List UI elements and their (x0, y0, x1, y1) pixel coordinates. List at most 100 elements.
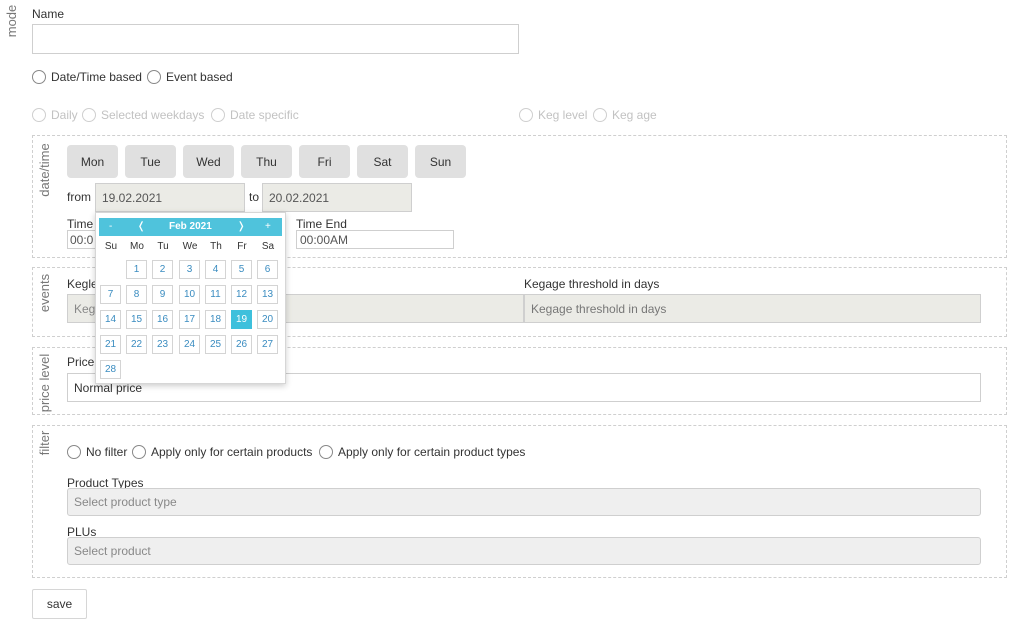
calendar-day[interactable]: 27 (257, 335, 278, 354)
radio-datetime-based-label: Date/Time based (51, 70, 142, 84)
weekday-header: We (182, 241, 198, 252)
calendar-day[interactable]: 21 (100, 335, 121, 354)
radio-circle-icon (319, 445, 333, 459)
calendar-day[interactable]: 26 (231, 335, 252, 354)
radio-event-based-label: Event based (166, 70, 233, 84)
product-types-select[interactable]: Select product type (67, 488, 981, 516)
next-year-button[interactable]: + (265, 221, 271, 232)
radio-certain-products-label: Apply only for certain products (151, 445, 313, 459)
calendar-day[interactable]: 22 (126, 335, 147, 354)
calendar-day[interactable]: 3 (179, 260, 200, 279)
name-label: Name (32, 7, 65, 21)
radio-certain-products[interactable]: Apply only for certain products (132, 445, 312, 459)
calendar-day[interactable]: 6 (257, 260, 278, 279)
radio-keg-level[interactable]: Keg level (519, 108, 587, 122)
radio-circle-icon (593, 108, 607, 122)
next-month-button[interactable]: ❭ (237, 221, 245, 232)
weekday-button-wed[interactable]: Wed (183, 145, 234, 178)
radio-daily-label: Daily (51, 108, 78, 122)
calendar-day[interactable]: 23 (152, 335, 173, 354)
weekday-button-mon[interactable]: Mon (67, 145, 118, 178)
time-end-label: Time End (296, 217, 347, 231)
calendar-day[interactable]: 9 (152, 285, 173, 304)
prev-month-button[interactable]: ❬ (137, 221, 145, 232)
radio-certain-product-types-label: Apply only for certain product types (338, 445, 526, 459)
kegage-input[interactable]: Kegage threshold in days (524, 294, 981, 323)
calendar-day[interactable]: 13 (257, 285, 278, 304)
radio-keg-age[interactable]: Keg age (593, 108, 657, 122)
radio-circle-icon (67, 445, 81, 459)
radio-daily[interactable]: Daily (32, 108, 78, 122)
radio-selected-weekdays-label: Selected weekdays (101, 108, 205, 122)
weekday-button-sat[interactable]: Sat (357, 145, 408, 178)
datepicker-month-label: Feb 2021 (169, 221, 212, 232)
calendar-day[interactable]: 12 (231, 285, 252, 304)
from-label: from (67, 190, 91, 204)
radio-keg-level-label: Keg level (538, 108, 588, 122)
calendar-day[interactable]: 5 (231, 260, 252, 279)
radio-no-filter-label: No filter (86, 445, 128, 459)
radio-no-filter[interactable]: No filter (67, 445, 127, 459)
calendar-day[interactable]: 17 (179, 310, 200, 329)
kegage-label: Kegage threshold in days (524, 277, 660, 291)
from-date-input[interactable]: 19.02.2021 (95, 183, 245, 212)
to-date-input[interactable]: 20.02.2021 (262, 183, 412, 212)
name-input[interactable] (32, 24, 519, 54)
weekday-header: Mo (130, 241, 144, 252)
calendar-day[interactable]: 8 (126, 285, 147, 304)
calendar-day[interactable]: 11 (205, 285, 226, 304)
radio-datetime-based[interactable]: Date/Time based (32, 70, 142, 84)
calendar-day[interactable]: 1 (126, 260, 147, 279)
weekday-button-fri[interactable]: Fri (299, 145, 350, 178)
calendar-day[interactable]: 7 (100, 285, 121, 304)
weekday-header: Tu (157, 241, 169, 252)
radio-date-specific[interactable]: Date specific (211, 108, 299, 122)
radio-circle-icon (32, 108, 46, 122)
plus-select[interactable]: Select product (67, 537, 981, 565)
weekday-header: Fr (237, 241, 247, 252)
calendar-day[interactable]: 4 (205, 260, 226, 279)
weekday-header: Su (104, 241, 118, 252)
datetime-section-label: date/time (37, 143, 52, 197)
radio-circle-icon (82, 108, 96, 122)
calendar-day[interactable]: 16 (152, 310, 173, 329)
to-label: to (249, 190, 260, 204)
radio-selected-weekdays[interactable]: Selected weekdays (82, 108, 204, 122)
calendar-day[interactable]: 15 (126, 310, 147, 329)
radio-circle-icon (132, 445, 146, 459)
weekday-button-sun[interactable]: Sun (415, 145, 466, 178)
calendar-day-selected[interactable]: 19 (231, 310, 252, 329)
calendar-day[interactable]: 24 (179, 335, 200, 354)
mode-section-label: mode (4, 4, 19, 38)
price-label: Price (67, 355, 95, 369)
radio-circle-icon (147, 70, 161, 84)
filter-section-label: filter (37, 430, 52, 456)
time-end-input[interactable]: 00:00AM (296, 230, 454, 249)
weekday-button-thu[interactable]: Thu (241, 145, 292, 178)
calendar-day[interactable]: 2 (152, 260, 173, 279)
calendar-day[interactable]: 18 (205, 310, 226, 329)
prev-year-button[interactable]: - (109, 221, 112, 232)
calendar-day[interactable]: 28 (100, 360, 121, 379)
calendar-day[interactable]: 20 (257, 310, 278, 329)
radio-circle-icon (211, 108, 225, 122)
save-button[interactable]: save (32, 589, 87, 619)
price-level-section-label: price level (37, 353, 52, 413)
radio-keg-age-label: Keg age (612, 108, 657, 122)
weekday-button-tue[interactable]: Tue (125, 145, 176, 178)
weekday-header: Sa (261, 241, 275, 252)
events-section-label: events (37, 273, 52, 313)
datepicker-header: - ❬ Feb 2021 ❭ + (99, 218, 282, 236)
radio-event-based[interactable]: Event based (147, 70, 233, 84)
radio-circle-icon (519, 108, 533, 122)
datepicker-popup: - ❬ Feb 2021 ❭ + Su Mo Tu We Th Fr Sa 12… (95, 212, 286, 384)
radio-date-specific-label: Date specific (230, 108, 299, 122)
keglevel-label: Kegle (67, 277, 98, 291)
radio-certain-product-types[interactable]: Apply only for certain product types (319, 445, 525, 459)
calendar-day[interactable]: 25 (205, 335, 226, 354)
calendar-day[interactable]: 14 (100, 310, 121, 329)
calendar-day[interactable]: 10 (179, 285, 200, 304)
time-start-label: Time (67, 217, 94, 231)
weekday-header: Th (210, 241, 222, 252)
radio-circle-icon (32, 70, 46, 84)
